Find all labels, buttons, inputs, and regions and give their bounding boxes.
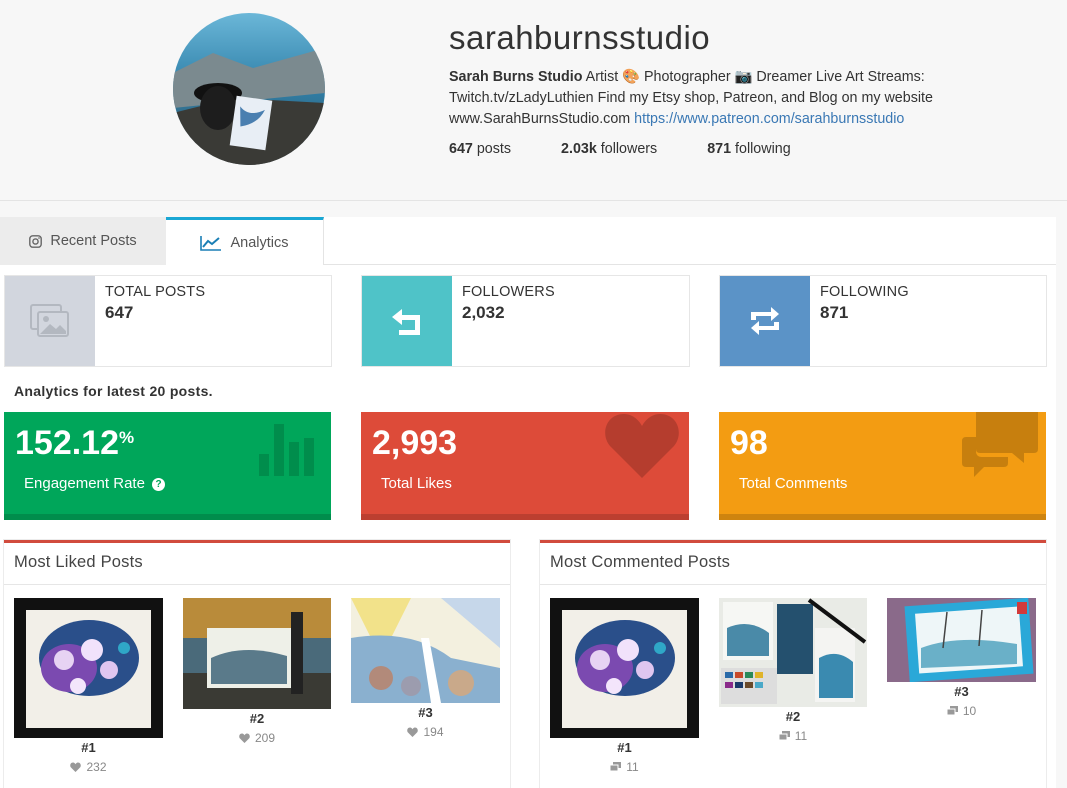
post-rank: #2 xyxy=(249,711,265,726)
followers-value: 2,032 xyxy=(462,303,505,322)
post-rank: #1 xyxy=(617,740,632,755)
comments-icon xyxy=(962,412,1038,477)
username: sarahburnsstudio xyxy=(449,19,711,56)
likes-value: 2,993 xyxy=(372,424,458,462)
commented-post-3[interactable]: #3 10 xyxy=(887,598,1036,718)
post-comments: 11 xyxy=(719,729,867,743)
liked-post-1[interactable]: #1 232 xyxy=(14,598,163,774)
retweet-icon xyxy=(720,276,810,366)
comments-value: 98 xyxy=(730,424,768,462)
post-likes: 232 xyxy=(14,760,163,774)
following-label: following xyxy=(731,141,791,157)
comments-card: 98 Total Comments xyxy=(719,412,1046,520)
card-shade xyxy=(361,514,689,520)
post-thumbnail[interactable] xyxy=(183,598,331,709)
liked-post-2[interactable]: #2 209 xyxy=(183,598,331,745)
images-icon xyxy=(5,276,95,366)
profile-stats: 647 posts 2.03k followers 871 following xyxy=(449,141,841,157)
engagement-label-text: Engagement Rate xyxy=(24,475,145,492)
following-value: 871 xyxy=(820,303,849,322)
bio-line1: Artist 🎨 Photographer 📷 Dreamer Live Art… xyxy=(582,69,925,85)
total-posts-value: 647 xyxy=(105,303,134,322)
analytics-content: TOTAL POSTS 647 FOLLOWERS 2,032 FOLLOWIN… xyxy=(0,265,1056,788)
comment-icon xyxy=(946,706,958,716)
posts-count: 647 xyxy=(449,141,473,157)
posts-label: posts xyxy=(472,141,512,157)
comment-icon xyxy=(610,762,622,772)
post-comments: 11 xyxy=(550,760,699,774)
post-likes: 209 xyxy=(183,731,331,745)
following-stat[interactable]: 871 following xyxy=(707,141,790,157)
post-thumbnail[interactable] xyxy=(14,598,163,738)
post-thumbnail[interactable] xyxy=(351,598,500,703)
comment-icon xyxy=(778,731,790,741)
posts-stat: 647 posts xyxy=(449,141,511,157)
followers-count: 2.03k xyxy=(561,141,597,157)
tab-analytics[interactable]: Analytics xyxy=(166,217,324,266)
comments-label: Total Comments xyxy=(739,475,848,492)
bio-name: Sarah Burns Studio xyxy=(449,69,583,85)
following-count: 871 xyxy=(707,141,732,157)
tab-recent-label: Recent Posts xyxy=(50,233,137,249)
bio-line3: www.SarahBurnsStudio.com xyxy=(449,111,635,127)
post-thumbnail[interactable] xyxy=(719,598,867,707)
card-shade xyxy=(719,514,1046,520)
most-commented-panel: Most Commented Posts #1 11 #2 11 #3 10 xyxy=(540,540,1046,788)
reply-arrow-icon xyxy=(362,276,452,366)
card-shade xyxy=(4,514,331,520)
profile-header: sarahburnsstudio Sarah Burns Studio Arti… xyxy=(0,0,1067,201)
post-like-count: 209 xyxy=(254,731,276,745)
tab-bar: Recent Posts Analytics xyxy=(0,217,1056,266)
post-rank: #3 xyxy=(954,684,969,699)
commented-post-1[interactable]: #1 11 xyxy=(550,598,699,774)
heart-icon xyxy=(605,414,679,478)
followers-box: FOLLOWERS 2,032 xyxy=(361,275,690,367)
most-liked-panel: Most Liked Posts #1 232 #2 209 #3 194 xyxy=(4,540,510,788)
followers-label: FOLLOWERS xyxy=(462,284,555,300)
tab-recent-posts[interactable]: Recent Posts xyxy=(0,217,166,265)
post-rank: #1 xyxy=(81,740,96,755)
instagram-icon xyxy=(29,234,43,248)
line-chart-icon xyxy=(200,235,222,251)
post-like-count: 232 xyxy=(86,760,107,774)
avatar[interactable] xyxy=(173,13,325,165)
heart-icon xyxy=(70,762,82,772)
bar-chart-icon xyxy=(259,424,314,476)
likes-label: Total Likes xyxy=(381,475,452,492)
tab-analytics-label: Analytics xyxy=(230,235,289,251)
following-label: FOLLOWING xyxy=(820,284,909,300)
post-comment-count: 11 xyxy=(626,760,639,774)
followers-label: followers xyxy=(596,141,658,157)
help-icon[interactable]: ? xyxy=(152,477,166,491)
post-likes: 194 xyxy=(351,725,500,739)
post-thumbnail[interactable] xyxy=(887,598,1036,682)
followers-stat[interactable]: 2.03k followers xyxy=(561,141,657,157)
following-box: FOLLOWING 871 xyxy=(719,275,1047,367)
engagement-value: 152.12% xyxy=(15,424,134,463)
post-rank: #3 xyxy=(418,705,433,720)
most-liked-title: Most Liked Posts xyxy=(4,543,510,585)
patreon-link[interactable]: https://www.patreon.com/sarahburnsstudio xyxy=(634,111,904,127)
engagement-label: Engagement Rate ? xyxy=(24,475,166,492)
analytics-caption: Analytics for latest 20 posts. xyxy=(14,383,213,399)
post-comment-count: 10 xyxy=(962,704,977,718)
liked-post-3[interactable]: #3 194 xyxy=(351,598,500,739)
post-like-count: 194 xyxy=(423,725,444,739)
total-posts-box: TOTAL POSTS 647 xyxy=(4,275,332,367)
engagement-unit: % xyxy=(119,428,135,447)
most-commented-title: Most Commented Posts xyxy=(540,543,1046,585)
post-rank: #2 xyxy=(785,709,801,724)
post-thumbnail[interactable] xyxy=(550,598,699,738)
engagement-number: 152.12 xyxy=(15,424,119,462)
post-comments: 10 xyxy=(887,704,1036,718)
heart-icon xyxy=(239,733,250,743)
engagement-card: 152.12% Engagement Rate ? xyxy=(4,412,331,520)
profile-bio: Sarah Burns Studio Artist 🎨 Photographer… xyxy=(449,67,969,130)
heart-icon xyxy=(407,727,419,737)
post-comment-count: 11 xyxy=(794,729,808,743)
likes-card: 2,993 Total Likes xyxy=(361,412,689,520)
total-posts-label: TOTAL POSTS xyxy=(105,284,206,300)
commented-post-2[interactable]: #2 11 xyxy=(719,598,867,743)
bio-line2: Twitch.tv/zLadyLuthien Find my Etsy shop… xyxy=(449,90,933,106)
